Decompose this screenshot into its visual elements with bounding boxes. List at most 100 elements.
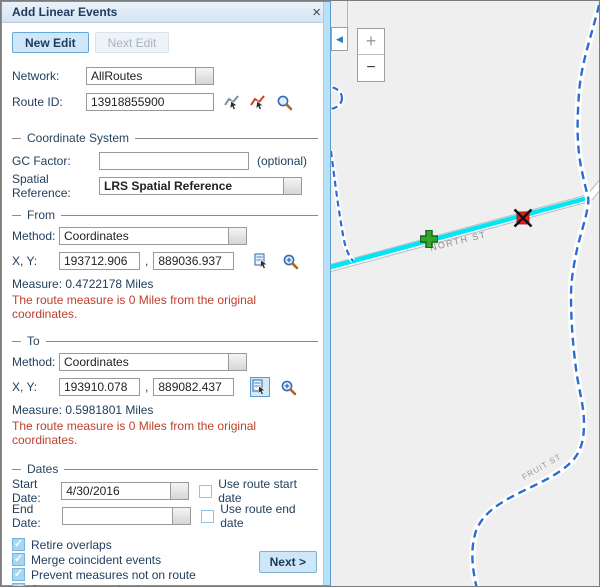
network-value: AllRoutes bbox=[87, 68, 195, 84]
to-xy-label: X, Y: bbox=[12, 380, 59, 394]
coordinate-system-title: Coordinate System bbox=[27, 131, 129, 145]
spatial-reference-value: LRS Spatial Reference bbox=[100, 178, 283, 194]
spatial-reference-dropdown-button bbox=[283, 178, 301, 194]
merge-coincident-events-checkbox[interactable]: ✓ bbox=[12, 553, 25, 566]
add-linear-events-panel: Add Linear Events × New Edit Next Edit N… bbox=[1, 1, 331, 586]
to-x-input[interactable] bbox=[59, 378, 140, 396]
from-xy-label: X, Y: bbox=[12, 254, 59, 268]
end-date-label: End Date: bbox=[12, 502, 62, 530]
dates-section: Dates bbox=[12, 462, 318, 476]
merge-coincident-events-label: Merge coincident events bbox=[31, 553, 161, 567]
select-active-route-icon[interactable] bbox=[248, 92, 268, 112]
network-dropdown-button[interactable] bbox=[195, 68, 213, 84]
to-method-label: Method: bbox=[12, 355, 59, 369]
to-method-select[interactable]: Coordinates bbox=[59, 353, 247, 371]
to-pick-location-icon[interactable] bbox=[250, 377, 270, 397]
map-canvas[interactable]: NORTH ST FRUIT ST bbox=[331, 1, 600, 587]
magnifier-glyph bbox=[276, 94, 293, 111]
next-button[interactable]: Next > bbox=[259, 551, 317, 573]
retire-overlaps-label: Retire overlaps bbox=[31, 538, 112, 552]
comma-separator: , bbox=[145, 380, 148, 394]
option-row: ✓ Retire overlaps bbox=[12, 537, 318, 552]
end-date-picker[interactable] bbox=[62, 507, 191, 525]
pick-location-glyph bbox=[254, 253, 270, 269]
optional-hint: (optional) bbox=[257, 154, 307, 168]
panel-title: Add Linear Events bbox=[12, 5, 117, 19]
panel-splitter-line bbox=[347, 1, 348, 28]
from-method-dropdown-button[interactable] bbox=[228, 228, 246, 244]
select-active-route-glyph bbox=[250, 94, 266, 110]
map-zoom-control: + − bbox=[357, 28, 385, 82]
map-view[interactable]: NORTH ST FRUIT ST ◀ bbox=[331, 1, 600, 587]
use-route-start-date-checkbox[interactable] bbox=[199, 485, 212, 498]
from-method-select[interactable]: Coordinates bbox=[59, 227, 247, 245]
to-zoom-to-icon[interactable] bbox=[278, 377, 298, 397]
from-measure-text: Measure: 0.4722178 Miles bbox=[12, 277, 318, 291]
stream-halo bbox=[331, 151, 353, 261]
panel-scrollbar[interactable] bbox=[323, 2, 330, 585]
gc-factor-input[interactable] bbox=[99, 152, 249, 170]
option-row: ✓ Save events to dominant routes bbox=[12, 582, 318, 587]
network-select[interactable]: AllRoutes bbox=[86, 67, 214, 85]
zoom-in-button[interactable]: + bbox=[358, 29, 384, 55]
route-id-dropdown-button[interactable] bbox=[197, 94, 213, 110]
river-halo bbox=[472, 5, 599, 587]
end-date-value bbox=[63, 508, 172, 524]
use-route-end-date-checkbox[interactable] bbox=[201, 510, 214, 523]
app-window: Add Linear Events × New Edit Next Edit N… bbox=[0, 0, 600, 587]
zoom-out-button[interactable]: − bbox=[358, 55, 384, 81]
start-date-dropdown-button[interactable] bbox=[170, 483, 188, 499]
from-title: From bbox=[27, 208, 55, 222]
close-icon[interactable]: × bbox=[312, 3, 321, 22]
to-method-value: Coordinates bbox=[60, 354, 228, 370]
magnifier-plus-glyph bbox=[282, 253, 299, 270]
zoom-to-route-icon[interactable] bbox=[274, 92, 294, 112]
prevent-measures-label: Prevent measures not on route bbox=[31, 568, 196, 582]
start-date-value: 4/30/2016 bbox=[62, 483, 170, 499]
to-warning-text: The route measure is 0 Miles from the or… bbox=[12, 419, 318, 447]
highlighted-route bbox=[331, 198, 588, 268]
save-dominant-routes-checkbox[interactable]: ✓ bbox=[12, 583, 25, 587]
collapse-panel-button[interactable]: ◀ bbox=[331, 27, 348, 51]
from-x-input[interactable] bbox=[59, 252, 140, 270]
collapse-arrow-icon: ◀ bbox=[336, 34, 343, 45]
to-section: To bbox=[12, 334, 318, 348]
spatial-reference-select[interactable]: LRS Spatial Reference bbox=[99, 177, 302, 195]
prevent-measures-checkbox[interactable]: ✓ bbox=[12, 568, 25, 581]
from-method-value: Coordinates bbox=[60, 228, 228, 244]
route-id-value: 13918855900 bbox=[87, 94, 197, 110]
to-measure-text: Measure: 0.5981801 Miles bbox=[12, 403, 318, 417]
end-date-dropdown-button[interactable] bbox=[172, 508, 190, 524]
from-section: From bbox=[12, 208, 318, 222]
start-date-picker[interactable]: 4/30/2016 bbox=[61, 482, 189, 500]
pick-location-glyph bbox=[252, 379, 268, 395]
from-zoom-to-icon[interactable] bbox=[280, 251, 300, 271]
comma-separator: , bbox=[145, 254, 148, 268]
from-y-input[interactable] bbox=[153, 252, 234, 270]
select-route-glyph bbox=[224, 94, 240, 110]
use-route-end-date-label: Use route end date bbox=[220, 502, 318, 530]
magnifier-plus-glyph bbox=[280, 379, 297, 396]
from-pick-location-icon[interactable] bbox=[252, 251, 272, 271]
from-method-label: Method: bbox=[12, 229, 59, 243]
dates-title: Dates bbox=[27, 462, 58, 476]
to-y-input[interactable] bbox=[153, 378, 234, 396]
use-route-start-date-label: Use route start date bbox=[218, 477, 318, 505]
to-method-dropdown-button[interactable] bbox=[228, 354, 246, 370]
to-location-marker bbox=[515, 210, 532, 227]
start-date-label: Start Date: bbox=[12, 477, 61, 505]
retire-overlaps-checkbox[interactable]: ✓ bbox=[12, 538, 25, 551]
next-edit-button: Next Edit bbox=[95, 32, 170, 53]
select-route-on-map-icon[interactable] bbox=[222, 92, 242, 112]
network-label: Network: bbox=[12, 69, 86, 83]
panel-header: Add Linear Events × bbox=[2, 2, 330, 23]
coordinate-system-section: Coordinate System bbox=[12, 131, 318, 145]
new-edit-button[interactable]: New Edit bbox=[12, 32, 89, 53]
route-id-select[interactable]: 13918855900 bbox=[86, 93, 214, 111]
route-id-label: Route ID: bbox=[12, 95, 86, 109]
spatial-reference-label: Spatial Reference: bbox=[12, 172, 99, 200]
to-title: To bbox=[27, 334, 40, 348]
from-warning-text: The route measure is 0 Miles from the or… bbox=[12, 293, 318, 321]
gc-factor-label: GC Factor: bbox=[12, 154, 99, 168]
save-dominant-routes-label: Save events to dominant routes bbox=[31, 583, 200, 587]
